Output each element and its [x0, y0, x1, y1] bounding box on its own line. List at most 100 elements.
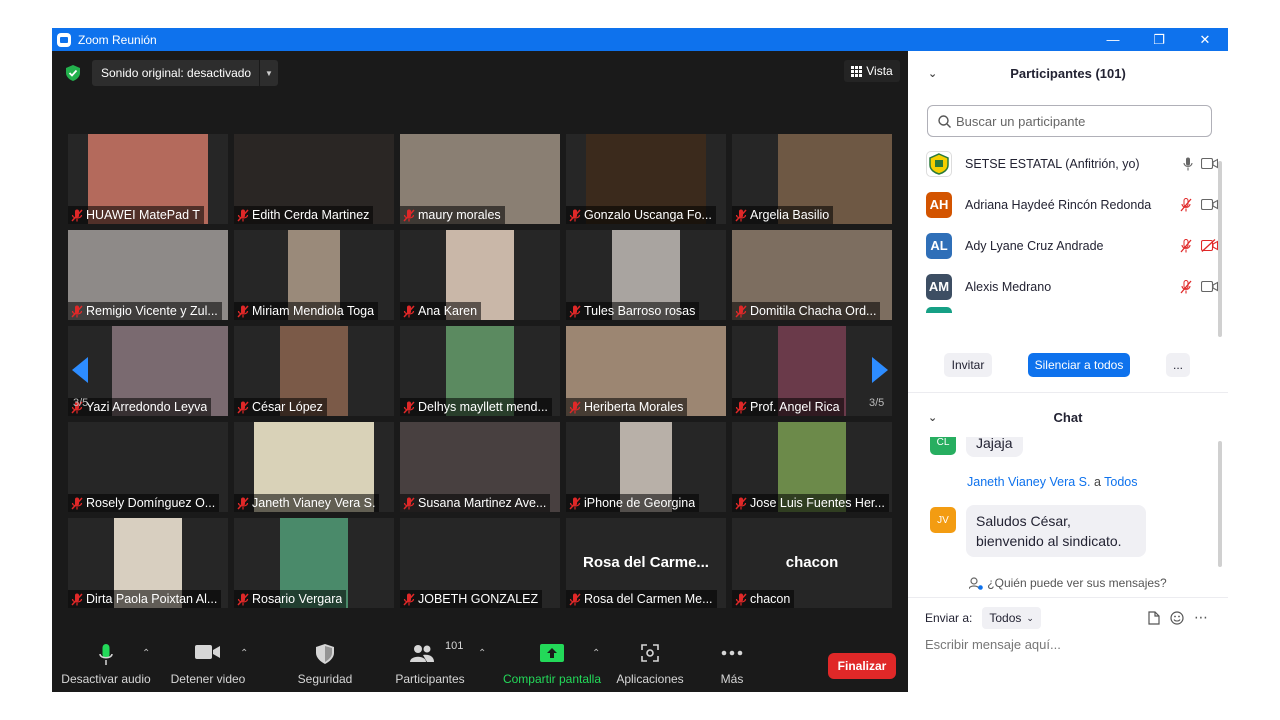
participant-video-tile[interactable]: César López — [234, 326, 394, 416]
participant-list-item[interactable]: SETSE ESTATAL (Anfitrión, yo) — [908, 143, 1218, 184]
participant-avatar: AL — [926, 232, 952, 259]
participants-more-button[interactable]: ... — [1166, 353, 1190, 377]
participant-video-tile[interactable]: Ana Karen — [400, 230, 560, 320]
participant-video-tile[interactable]: Dirta Paola Poixtan Al... — [68, 518, 228, 608]
participant-video-tile[interactable]: Prof. Angel Rica — [732, 326, 892, 416]
share-options-caret-icon[interactable]: ⌃ — [592, 648, 600, 659]
stop-video-button[interactable]: Detener video — [162, 628, 254, 692]
participant-video-tile[interactable]: Janeth Vianey Vera S. — [234, 422, 394, 512]
host-logo-avatar — [926, 150, 952, 177]
muted-microphone-icon — [400, 302, 418, 320]
end-meeting-button[interactable]: Finalizar — [828, 653, 896, 679]
file-icon[interactable] — [1148, 610, 1160, 625]
chat-scrollbar[interactable] — [1218, 441, 1222, 567]
send-to-dropdown[interactable]: Todos ⌄ — [982, 607, 1041, 629]
chat-more-icon[interactable]: ⋯ — [1194, 609, 1208, 626]
participant-video-tile[interactable]: Jose Luis Fuentes Her... — [732, 422, 892, 512]
participant-name-label: Susana Martinez Ave... — [400, 494, 551, 512]
chat-message-bubble: Jajaja — [966, 437, 1023, 457]
participant-list-item[interactable]: AL Ady Lyane Cruz Andrade — [908, 225, 1218, 266]
minimize-button[interactable]: — — [1090, 28, 1136, 51]
mute-all-button[interactable]: Silenciar a todos — [1028, 353, 1130, 377]
participant-video-tile[interactable]: JOBETH GONZALEZ — [400, 518, 560, 608]
participant-list-item[interactable]: AH Adriana Haydeé Rincón Redonda — [908, 184, 1218, 225]
mute-audio-button[interactable]: Desactivar audio — [58, 628, 154, 692]
participant-name-label: iPhone de Georgina — [566, 494, 700, 512]
previous-page-arrow-icon[interactable] — [70, 355, 90, 385]
participants-button[interactable]: 101 Participantes — [390, 628, 470, 692]
apps-button[interactable]: Aplicaciones — [614, 628, 686, 692]
participant-name: Dirta Paola Poixtan Al... — [86, 592, 218, 606]
participant-list-name: Alexis Medrano — [965, 279, 1052, 294]
who-can-see-link[interactable]: ¿Quién puede ver sus mensajes? — [908, 573, 1228, 593]
participant-video-tile[interactable]: Yazi Arredondo Leyva — [68, 326, 228, 416]
participant-video-tile[interactable]: maury morales — [400, 134, 560, 224]
participant-name: Remigio Vicente y Zul... — [86, 304, 218, 318]
participant-video-tile[interactable]: Rosely Domínguez O... — [68, 422, 228, 512]
participant-video-tile[interactable]: Susana Martinez Ave... — [400, 422, 560, 512]
participant-video-tile[interactable]: Argelia Basilio — [732, 134, 892, 224]
video-camera-icon[interactable] — [1201, 281, 1218, 292]
original-sound-toggle[interactable]: Sonido original: desactivado ▼ — [92, 60, 278, 86]
next-page-arrow-icon[interactable] — [870, 355, 890, 385]
view-label: Vista — [866, 64, 893, 78]
muted-microphone-icon — [566, 590, 584, 608]
more-button[interactable]: Más — [712, 628, 752, 692]
chevron-down-icon[interactable]: ▼ — [259, 60, 278, 86]
participants-label: Participantes — [395, 672, 465, 686]
chat-recipient[interactable]: Todos — [1104, 475, 1137, 489]
microphone-icon[interactable] — [1183, 157, 1193, 171]
participant-list-scrollbar[interactable] — [1218, 161, 1222, 337]
muted-microphone-icon[interactable] — [1179, 197, 1193, 212]
video-camera-icon[interactable] — [1201, 199, 1218, 210]
participant-video-tile[interactable]: iPhone de Georgina — [566, 422, 726, 512]
video-options-caret-icon[interactable]: ⌃ — [240, 648, 248, 659]
participant-video-tile[interactable]: Domitila Chacha Ord... — [732, 230, 892, 320]
collapse-chat-chevron-icon[interactable]: ⌄ — [928, 411, 937, 424]
chat-sender-name[interactable]: Janeth Vianey Vera S. — [967, 475, 1090, 489]
participant-search-input[interactable]: Buscar un participante — [927, 105, 1212, 137]
participants-count: 101 — [445, 640, 464, 652]
collapse-participants-chevron-icon[interactable]: ⌄ — [928, 67, 937, 80]
muted-microphone-icon[interactable] — [1179, 279, 1193, 294]
side-panel: ⌄ Participantes (101) Buscar un particip… — [908, 51, 1228, 692]
participant-video-tile[interactable]: HUAWEI MatePad T — [68, 134, 228, 224]
participant-name: Delhys mayllett mend... — [418, 400, 548, 414]
participant-name-label: César López — [234, 398, 327, 416]
participant-video-tile[interactable]: Delhys mayllett mend... — [400, 326, 560, 416]
emoji-icon[interactable] — [1170, 610, 1184, 625]
muted-microphone-icon — [566, 206, 584, 224]
security-button[interactable]: Seguridad — [290, 628, 360, 692]
title-bar: Zoom Reunión — ❐ ✕ — [52, 28, 1228, 51]
video-camera-icon[interactable] — [1201, 158, 1218, 169]
participant-video-tile[interactable]: Rosario Vergara — [234, 518, 394, 608]
view-button[interactable]: Vista — [844, 60, 900, 82]
participant-list-item[interactable]: AM Alexis Medrano — [908, 266, 1218, 307]
share-screen-button[interactable]: Compartir pantalla — [500, 628, 604, 692]
participant-video-tile[interactable]: Rosa del Carme... Rosa del Carmen Me... — [566, 518, 726, 608]
participant-list: SETSE ESTATAL (Anfitrión, yo) AH Adriana H… — [908, 143, 1228, 313]
window-title: Zoom Reunión — [78, 32, 157, 47]
participant-actions: Invitar Silenciar a todos ... — [908, 353, 1228, 383]
participant-video-tile[interactable]: Edith Cerda Martinez — [234, 134, 394, 224]
muted-microphone-icon[interactable] — [1179, 238, 1193, 253]
participant-video-tile[interactable]: Remigio Vicente y Zul... — [68, 230, 228, 320]
participant-name: chacon — [750, 592, 791, 606]
chat-message-input[interactable]: Escribir mensaje aquí... — [925, 637, 1061, 652]
participant-video-tile[interactable]: Miriam Mendiola Toga — [234, 230, 394, 320]
participant-video-tile[interactable]: Gonzalo Uscanga Fo... — [566, 134, 726, 224]
participant-video-tile[interactable]: Heriberta Morales — [566, 326, 726, 416]
send-to-value: Todos — [989, 611, 1022, 625]
participant-status-icons — [1179, 279, 1218, 294]
video-off-icon[interactable] — [1201, 239, 1218, 252]
participant-video-tile[interactable]: Tules Barroso rosas — [566, 230, 726, 320]
shield-check-icon[interactable] — [66, 65, 80, 81]
audio-options-caret-icon[interactable]: ⌃ — [142, 648, 150, 659]
participant-video-tile[interactable]: chacon chacon — [732, 518, 892, 608]
invite-button[interactable]: Invitar — [944, 353, 992, 377]
participants-options-caret-icon[interactable]: ⌃ — [478, 648, 486, 659]
apps-icon — [641, 644, 659, 662]
close-window-button[interactable]: ✕ — [1182, 28, 1228, 51]
meeting-toolbar: Desactivar audio ⌃ Detener video ⌃ Segur… — [52, 628, 908, 692]
restore-button[interactable]: ❐ — [1136, 28, 1182, 51]
